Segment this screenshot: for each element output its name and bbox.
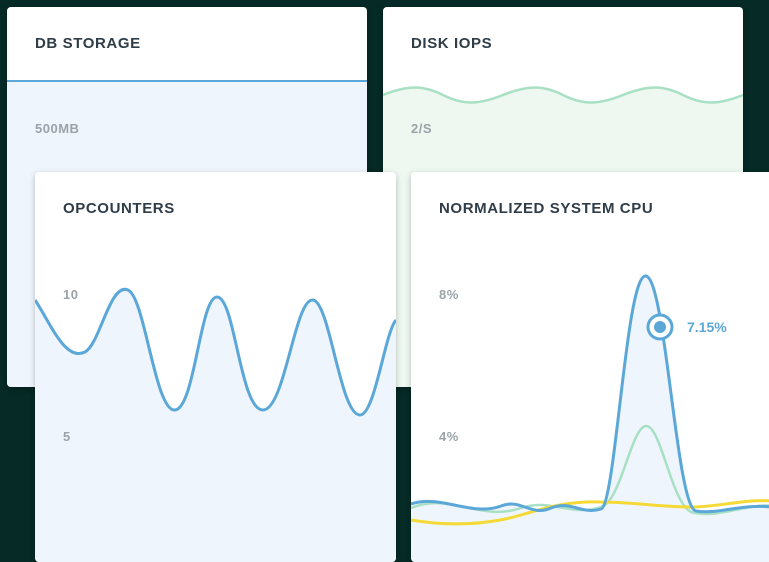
opcounters-tick-5: 5	[63, 429, 71, 444]
disk-iops-title: DISK IOPS	[411, 35, 493, 52]
opcounters-chart	[35, 288, 396, 562]
opcounters-card: OPCOUNTERS 10 5	[35, 172, 396, 562]
cpu-title: NORMALIZED SYSTEM CPU	[439, 200, 654, 217]
cpu-peak-callout: 7.15%	[687, 319, 727, 335]
db-storage-title: DB STORAGE	[35, 35, 141, 52]
db-storage-tick: 500MB	[35, 121, 80, 136]
cpu-chart	[411, 274, 769, 562]
opcounters-tick-10: 10	[63, 287, 79, 302]
disk-iops-tick: 2/S	[411, 121, 433, 136]
opcounters-title: OPCOUNTERS	[63, 200, 175, 217]
cpu-card: NORMALIZED SYSTEM CPU 8% 4% 7.15%	[411, 172, 769, 562]
cpu-tick-8: 8%	[439, 287, 459, 302]
cpu-tick-4: 4%	[439, 429, 459, 444]
